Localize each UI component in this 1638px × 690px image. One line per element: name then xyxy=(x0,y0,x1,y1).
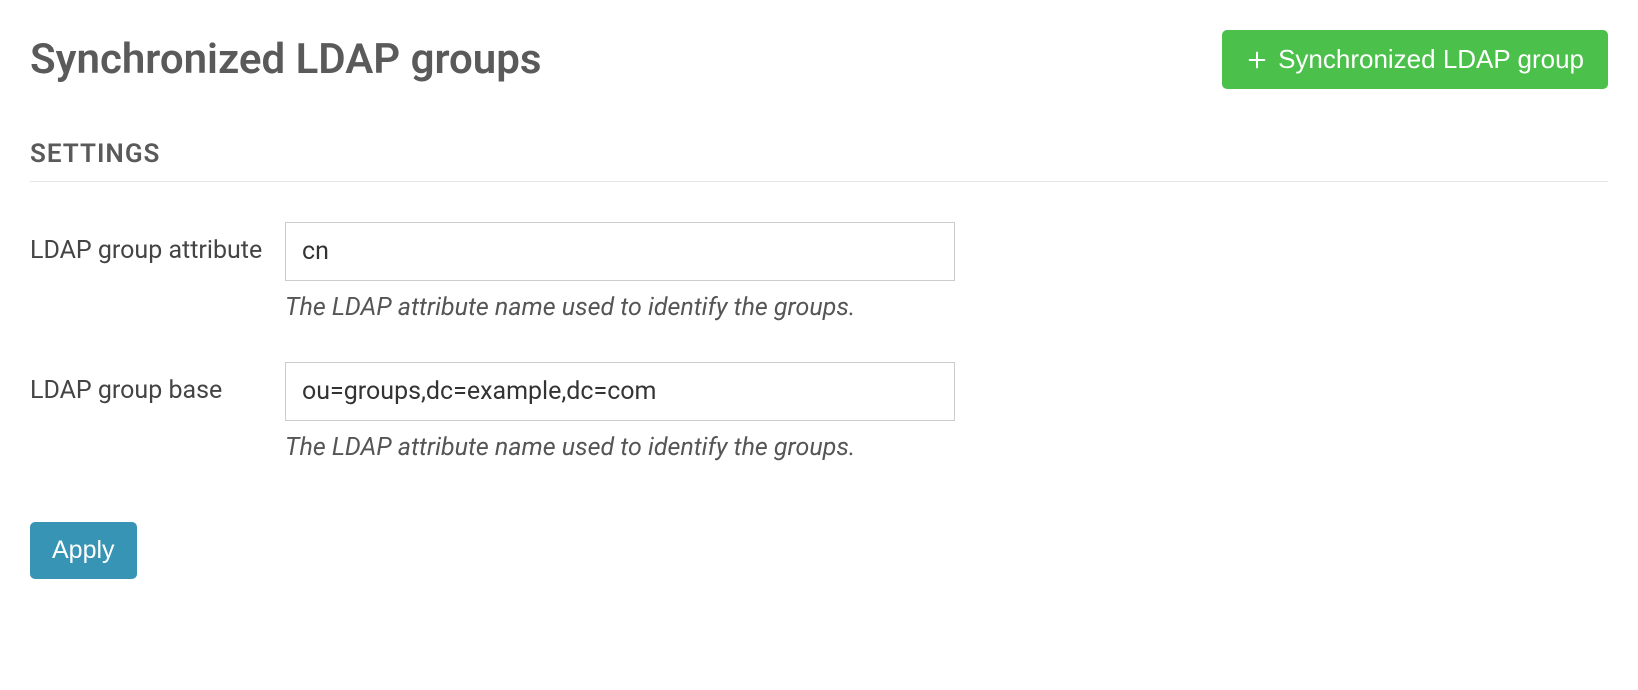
add-synchronized-ldap-group-button[interactable]: Synchronized LDAP group xyxy=(1222,30,1608,89)
plus-icon xyxy=(1246,49,1268,71)
page-title: Synchronized LDAP groups xyxy=(30,35,541,84)
ldap-group-base-help: The LDAP attribute name used to identify… xyxy=(285,433,955,462)
ldap-group-attribute-control: The LDAP attribute name used to identify… xyxy=(285,222,955,322)
ldap-group-base-control: The LDAP attribute name used to identify… xyxy=(285,362,955,462)
add-button-label: Synchronized LDAP group xyxy=(1278,44,1584,75)
page-header: Synchronized LDAP groups Synchronized LD… xyxy=(30,30,1608,89)
ldap-group-attribute-row: LDAP group attribute The LDAP attribute … xyxy=(30,222,1608,322)
ldap-group-attribute-label: LDAP group attribute xyxy=(30,222,285,270)
ldap-group-base-row: LDAP group base The LDAP attribute name … xyxy=(30,362,1608,462)
ldap-group-base-label: LDAP group base xyxy=(30,362,285,410)
ldap-group-attribute-input[interactable] xyxy=(285,222,955,281)
apply-button[interactable]: Apply xyxy=(30,522,137,579)
settings-section-heading: SETTINGS xyxy=(30,139,1608,182)
ldap-group-attribute-help: The LDAP attribute name used to identify… xyxy=(285,293,955,322)
ldap-group-base-input[interactable] xyxy=(285,362,955,421)
